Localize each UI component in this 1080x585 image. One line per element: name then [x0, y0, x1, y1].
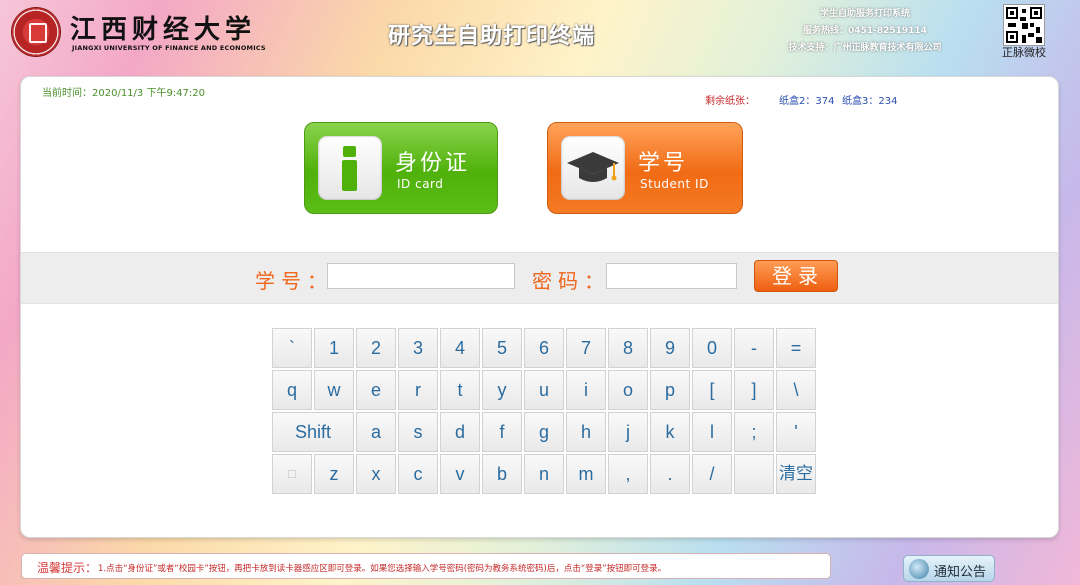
- key[interactable]: 8: [608, 328, 648, 368]
- key[interactable]: 6: [524, 328, 564, 368]
- key[interactable]: o: [608, 370, 648, 410]
- key[interactable]: ;: [734, 412, 774, 452]
- shift-key[interactable]: Shift: [272, 412, 354, 452]
- paper-tray-3: 纸盒3：234: [842, 96, 898, 107]
- key[interactable]: x: [356, 454, 396, 494]
- key[interactable]: a: [356, 412, 396, 452]
- id-card-label-en: ID card: [397, 177, 444, 191]
- notice-button-label: 通知公告: [934, 565, 987, 580]
- tips-title: 温馨提示：: [37, 561, 98, 575]
- key[interactable]: 1: [314, 328, 354, 368]
- main-panel: 当前时间：2020/11/3 下午9:47:20 剩余纸张： 纸盒2：374 纸…: [20, 76, 1059, 538]
- placeholder-key[interactable]: □: [272, 454, 312, 494]
- key[interactable]: 3: [398, 328, 438, 368]
- key[interactable]: `: [272, 328, 312, 368]
- key[interactable]: v: [440, 454, 480, 494]
- login-form: 学号： 密码： 登录: [21, 252, 1058, 304]
- graduation-cap-icon: [561, 136, 625, 200]
- key[interactable]: t: [440, 370, 480, 410]
- key[interactable]: ': [776, 412, 816, 452]
- key[interactable]: [: [692, 370, 732, 410]
- blank-key[interactable]: [734, 454, 774, 494]
- key[interactable]: 0: [692, 328, 732, 368]
- key[interactable]: =: [776, 328, 816, 368]
- university-name-cn: 江西财经大学: [70, 15, 257, 45]
- key[interactable]: u: [524, 370, 564, 410]
- key[interactable]: 5: [482, 328, 522, 368]
- paper-tray-2: 纸盒2：374: [779, 96, 835, 107]
- id-card-login-button[interactable]: 身份证 ID card: [304, 122, 498, 214]
- key[interactable]: m: [566, 454, 606, 494]
- remaining-paper-label: 剩余纸张：: [705, 96, 755, 107]
- key[interactable]: p: [650, 370, 690, 410]
- tips-text: 1.点击“身份证”或者“校园卡”按钮，再把卡放到读卡器感应区即可登录。如果您选择…: [98, 564, 667, 574]
- key[interactable]: f: [482, 412, 522, 452]
- status-bar: 当前时间：2020/11/3 下午9:47:20 剩余纸张： 纸盒2：374 纸…: [21, 77, 1058, 107]
- key[interactable]: i: [566, 370, 606, 410]
- header-info-line: 学生自助服务打印系统: [819, 9, 910, 19]
- login-button[interactable]: 登录: [754, 260, 838, 292]
- key[interactable]: /: [692, 454, 732, 494]
- key[interactable]: \: [776, 370, 816, 410]
- qr-code-icon: [1003, 4, 1045, 46]
- university-seal-logo: [12, 8, 60, 56]
- password-label: 密码：: [532, 269, 610, 293]
- key[interactable]: z: [314, 454, 354, 494]
- password-input[interactable]: [606, 263, 737, 289]
- key[interactable]: g: [524, 412, 564, 452]
- student-id-label-cn: 学号: [638, 151, 689, 176]
- page-title: 研究生自助打印终端: [388, 24, 596, 49]
- key[interactable]: 9: [650, 328, 690, 368]
- key[interactable]: n: [524, 454, 564, 494]
- key[interactable]: k: [650, 412, 690, 452]
- key[interactable]: .: [650, 454, 690, 494]
- key[interactable]: y: [482, 370, 522, 410]
- key[interactable]: j: [608, 412, 648, 452]
- key[interactable]: 4: [440, 328, 480, 368]
- key[interactable]: d: [440, 412, 480, 452]
- app-header: 江西财经大学 JIANGXI UNIVERSITY OF FINANCE AND…: [0, 0, 1080, 64]
- key[interactable]: ]: [734, 370, 774, 410]
- key[interactable]: e: [356, 370, 396, 410]
- qr-code-label: 正脉微校: [1002, 46, 1046, 59]
- key[interactable]: r: [398, 370, 438, 410]
- student-id-login-button[interactable]: 学号 Student ID: [547, 122, 743, 214]
- clear-key[interactable]: 清空: [776, 454, 816, 494]
- student-number-input[interactable]: [327, 263, 515, 289]
- student-number-label: 学号：: [255, 269, 333, 293]
- key[interactable]: w: [314, 370, 354, 410]
- current-time: 当前时间：2020/11/3 下午9:47:20: [42, 88, 206, 99]
- id-card-label-cn: 身份证: [395, 151, 471, 176]
- key[interactable]: l: [692, 412, 732, 452]
- speaker-icon: [909, 559, 929, 579]
- key[interactable]: -: [734, 328, 774, 368]
- tips-bar: 温馨提示： 1.点击“身份证”或者“校园卡”按钮，再把卡放到读卡器感应区即可登录…: [21, 553, 831, 579]
- university-name-en: JIANGXI UNIVERSITY OF FINANCE AND ECONOM…: [72, 44, 266, 52]
- notice-button[interactable]: 通知公告: [903, 555, 995, 582]
- key[interactable]: 7: [566, 328, 606, 368]
- key[interactable]: b: [482, 454, 522, 494]
- key[interactable]: ,: [608, 454, 648, 494]
- header-info-line: 服务热线：0451-82519114: [803, 26, 927, 36]
- key[interactable]: s: [398, 412, 438, 452]
- student-id-label-en: Student ID: [640, 177, 709, 191]
- header-info: 学生自助服务打印系统 服务热线：0451-82519114 技术支持：广州正脉教…: [780, 6, 950, 57]
- person-icon: [318, 136, 382, 200]
- key[interactable]: h: [566, 412, 606, 452]
- key[interactable]: c: [398, 454, 438, 494]
- header-info-line: 技术支持：广州正脉教育技术有限公司: [788, 43, 942, 53]
- key[interactable]: 2: [356, 328, 396, 368]
- key[interactable]: q: [272, 370, 312, 410]
